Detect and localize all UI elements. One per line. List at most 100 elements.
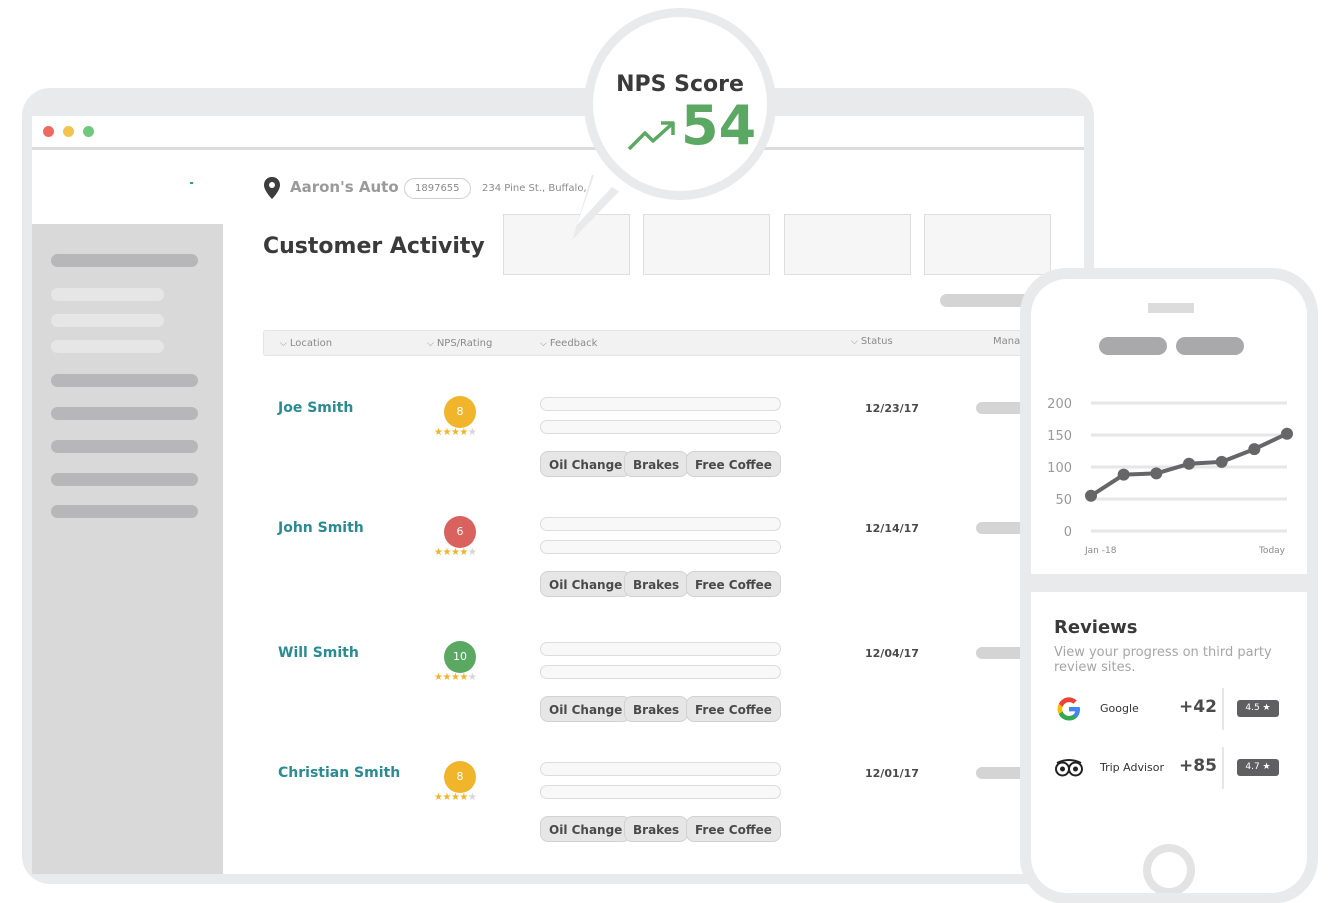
table-row[interactable]: John Smith 6 ★★★★★ Oil Change Brakes Fre… [263,510,1053,620]
review-separator [1222,747,1224,789]
star-icon: ★ [459,792,468,803]
nps-trend-chart: 200 150 100 50 0 Jan -18 Today [1047,397,1293,556]
y-tick-label: 0 [1064,525,1072,540]
sidebar-item[interactable] [51,473,198,486]
feedback-tag[interactable]: Oil Change [540,816,632,842]
feedback-tag[interactable]: Oil Change [540,571,632,597]
phone-tab[interactable] [1176,337,1244,355]
data-point [1183,457,1195,470]
x-tick-label: Jan -18 [1084,546,1117,556]
google-icon [1057,697,1080,721]
column-header-location[interactable]: ⌵ Location [280,338,332,349]
nps-score-badge: 10 [444,641,476,673]
chevron-down-icon: ⌵ [540,339,547,349]
kpi-card[interactable] [924,214,1051,275]
feedback-line [540,785,781,799]
star-icon: ★ [442,672,451,683]
kpi-card[interactable] [784,214,911,275]
nps-value: 54 [681,94,757,157]
y-tick-label: 200 [1047,397,1072,412]
star-icon: ★ [467,547,477,558]
sidebar-item[interactable] [51,505,198,518]
sidebar-subitem[interactable] [51,288,164,301]
rating-badge: 4.7 ★ [1237,759,1279,776]
star-rating: ★★★★★ [434,672,477,683]
sidebar-item[interactable] [51,440,198,453]
column-header-feedback[interactable]: ⌵ Feedback [540,338,597,349]
star-icon: ★ [467,427,477,438]
customer-name[interactable]: Joe Smith [278,400,353,416]
data-point [1150,467,1163,480]
star-icon: ★ [459,547,468,558]
star-rating: ★★★★★ [434,427,477,438]
kpi-card[interactable] [643,214,770,275]
nps-score-badge: 8 [444,396,476,428]
feedback-tag[interactable]: Free Coffee [686,696,781,722]
title-bar [32,116,1084,150]
review-item-tripadvisor[interactable]: Trip Advisor +85 4.7 ★ [1054,747,1294,791]
sidebar-item[interactable] [51,407,198,420]
table-row[interactable]: Will Smith 10 ★★★★★ Oil Change Brakes Fr… [263,635,1053,745]
star-icon: ★ [459,672,468,683]
star-rating: ★★★★★ [434,547,477,558]
customer-name[interactable]: John Smith [278,520,364,536]
review-site-name: Google [1100,702,1139,715]
star-icon: ★ [467,792,477,803]
star-icon: ★ [442,792,451,803]
review-delta: +85 [1179,756,1217,776]
status-date: 12/01/17 [865,767,919,780]
y-tick-label: 100 [1047,461,1072,476]
feedback-line [540,517,781,531]
table-row[interactable]: Christian Smith 8 ★★★★★ Oil Change Brake… [263,755,1053,865]
review-site-name: Trip Advisor [1100,761,1165,774]
data-point [1215,455,1228,468]
feedback-tag[interactable]: Brakes [624,816,689,842]
feedback-line [540,420,781,434]
feedback-tag[interactable]: Brakes [624,571,689,597]
page-title: Customer Activity [263,234,485,259]
star-rating: ★★★★★ [434,792,477,803]
data-point [1117,468,1130,481]
nps-callout-face: NPS Score 54 [593,17,767,191]
x-tick-label: Today [1258,546,1286,556]
y-tick-label: 150 [1047,429,1072,444]
chevron-down-icon: ⌵ [280,339,287,349]
data-point [1085,489,1097,502]
data-point [1281,427,1293,440]
customer-name[interactable]: Christian Smith [278,765,400,781]
chevron-down-icon: ⌵ [427,339,434,349]
feedback-tag[interactable]: Free Coffee [686,451,781,477]
feedback-tag[interactable]: Free Coffee [686,816,781,842]
feedback-tag[interactable]: Brakes [624,696,689,722]
filter-control[interactable] [940,294,1030,307]
feedback-tag[interactable]: Brakes [624,451,689,477]
column-header-nps-rating[interactable]: ⌵ NPS/Rating [427,338,492,349]
feedback-tag[interactable]: Oil Change [540,451,632,477]
phone-speaker [1148,303,1194,313]
sidebar-subitem[interactable] [51,340,164,353]
table-row[interactable]: Joe Smith 8 ★★★★★ Oil Change Brakes Free… [263,390,1053,500]
review-item-google[interactable]: Google +42 4.5 ★ [1054,688,1294,732]
customer-name[interactable]: Will Smith [278,645,359,661]
star-icon: ★ [442,547,451,558]
sidebar-item[interactable] [51,374,198,387]
table-header: ⌵ Location ⌵ NPS/Rating ⌵ Feedback ⌵ Status … [263,330,1053,356]
sidebar-subitem[interactable] [51,314,164,327]
browser-window: Aaron's Auto 1897655 234 Pine St., Buffa… [22,88,1094,884]
chevron-down-icon: ⌵ [851,337,858,347]
column-header-status[interactable]: ⌵ Status [851,336,893,347]
feedback-tag[interactable]: Free Coffee [686,571,781,597]
star-icon: ★ [442,427,451,438]
maximize-window-dot[interactable] [83,126,94,137]
trend-up-icon [627,121,675,151]
phone-tab[interactable] [1099,337,1167,355]
minimize-window-dot[interactable] [63,126,74,137]
feedback-line [540,540,781,554]
feedback-tag[interactable]: Oil Change [540,696,632,722]
business-name: Aaron's Auto [290,178,399,196]
close-window-dot[interactable] [43,126,54,137]
phone-device: 200 150 100 50 0 Jan -18 Today Reviews View yo… [1020,268,1318,903]
home-button[interactable] [1143,844,1195,893]
nps-score-callout: NPS Score 54 [584,8,776,200]
sidebar-item[interactable] [51,254,198,267]
